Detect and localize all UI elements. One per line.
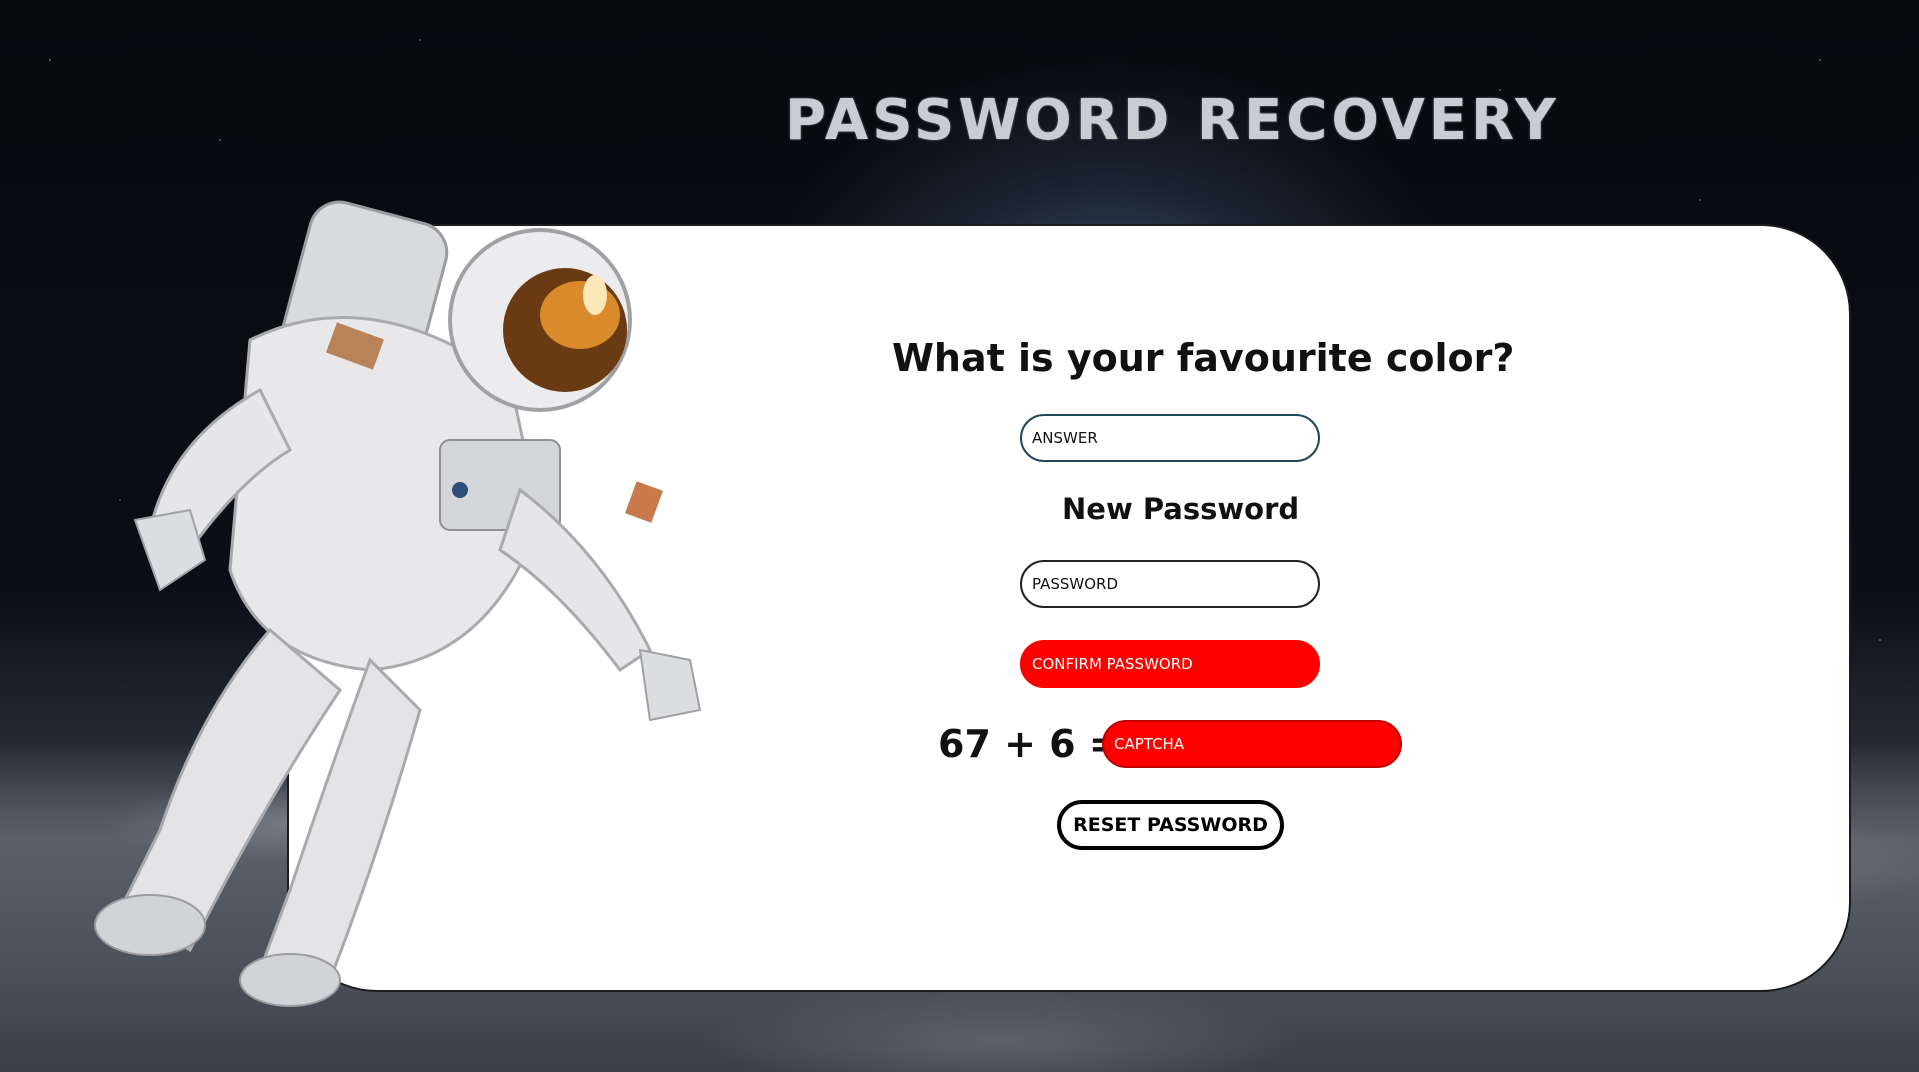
captcha-question: 67 + 6 = [938, 722, 1121, 766]
confirm-password-input[interactable] [1020, 640, 1320, 688]
new-password-input[interactable] [1020, 560, 1320, 608]
new-password-label: New Password [1062, 492, 1300, 526]
astronaut-icon [94, 200, 702, 1007]
answer-input[interactable] [1020, 414, 1320, 462]
captcha-input[interactable] [1102, 720, 1402, 768]
reset-password-button[interactable]: RESET PASSWORD [1057, 800, 1284, 850]
page-title: PASSWORD RECOVERY [785, 88, 1560, 153]
recovery-page: PASSWORD RECOVERY What is your favourite… [0, 0, 1919, 1072]
security-question: What is your favourite color? [892, 336, 1515, 380]
